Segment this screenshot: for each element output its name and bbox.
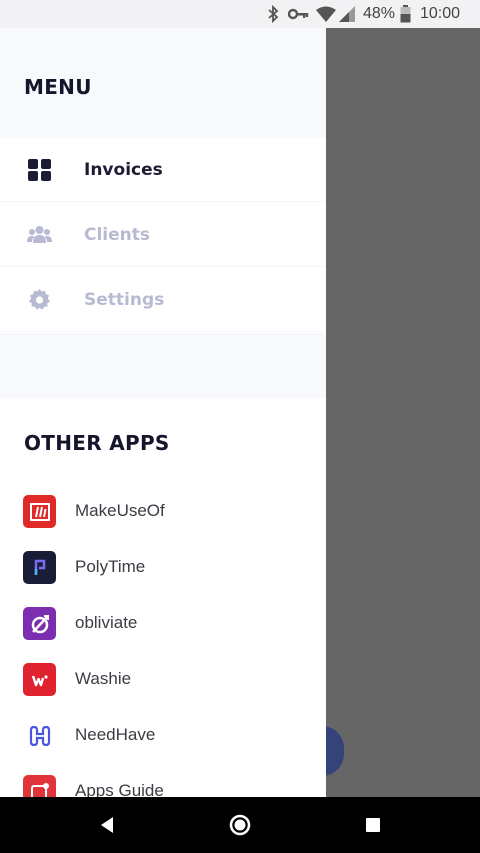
makeuseof-icon	[23, 495, 56, 528]
menu-item-clients[interactable]: Clients	[0, 203, 326, 267]
vpn-key-icon	[288, 0, 310, 28]
back-icon[interactable]	[91, 809, 123, 841]
needhave-icon	[23, 719, 56, 752]
app-item-polytime[interactable]: PolyTime	[0, 542, 326, 592]
home-icon[interactable]	[224, 809, 256, 841]
app-label: MakeUseOf	[75, 501, 165, 520]
washie-icon	[23, 663, 56, 696]
app-item-apps-guide[interactable]: Apps Guide	[0, 766, 326, 797]
app-label: NeedHave	[75, 725, 156, 744]
battery-icon	[400, 0, 411, 28]
polytime-icon	[23, 551, 56, 584]
system-navigation-bar	[0, 797, 480, 853]
gear-icon	[27, 288, 52, 312]
app-item-makeuseof[interactable]: MakeUseOf	[0, 486, 326, 536]
app-item-needhave[interactable]: NeedHave	[0, 710, 326, 760]
app-label: Washie	[75, 669, 132, 688]
apps-guide-icon	[23, 775, 56, 797]
menu-item-settings[interactable]: Settings	[0, 268, 326, 332]
navigation-drawer: MENU Invoices Clients Settings OTHER APP…	[0, 28, 326, 797]
obliviate-icon	[23, 607, 56, 640]
app-label: obliviate	[75, 613, 138, 632]
menu-item-label: Invoices	[84, 159, 163, 180]
people-icon	[27, 223, 52, 247]
recents-icon[interactable]	[357, 809, 389, 841]
cell-signal-icon	[338, 0, 356, 28]
grid-icon	[27, 158, 52, 182]
menu-item-label: Settings	[84, 289, 165, 310]
app-label: PolyTime	[75, 557, 146, 576]
app-item-washie[interactable]: Washie	[0, 654, 326, 704]
menu-title: MENU	[24, 75, 92, 99]
bluetooth-icon	[266, 0, 280, 28]
app-label: Apps Guide	[75, 781, 164, 797]
section-divider	[0, 333, 326, 398]
clock: 10:00	[420, 5, 461, 22]
menu-item-invoices[interactable]: Invoices	[0, 138, 326, 202]
battery-percent: 48%	[363, 5, 396, 22]
menu-item-label: Clients	[84, 224, 151, 245]
other-apps-title: OTHER APPS	[24, 431, 170, 455]
wifi-icon	[315, 0, 337, 28]
app-item-obliviate[interactable]: obliviate	[0, 598, 326, 648]
menu-header: MENU	[0, 28, 326, 138]
drawer-scrim[interactable]	[326, 28, 480, 797]
status-bar: 48% 10:00	[0, 0, 480, 28]
